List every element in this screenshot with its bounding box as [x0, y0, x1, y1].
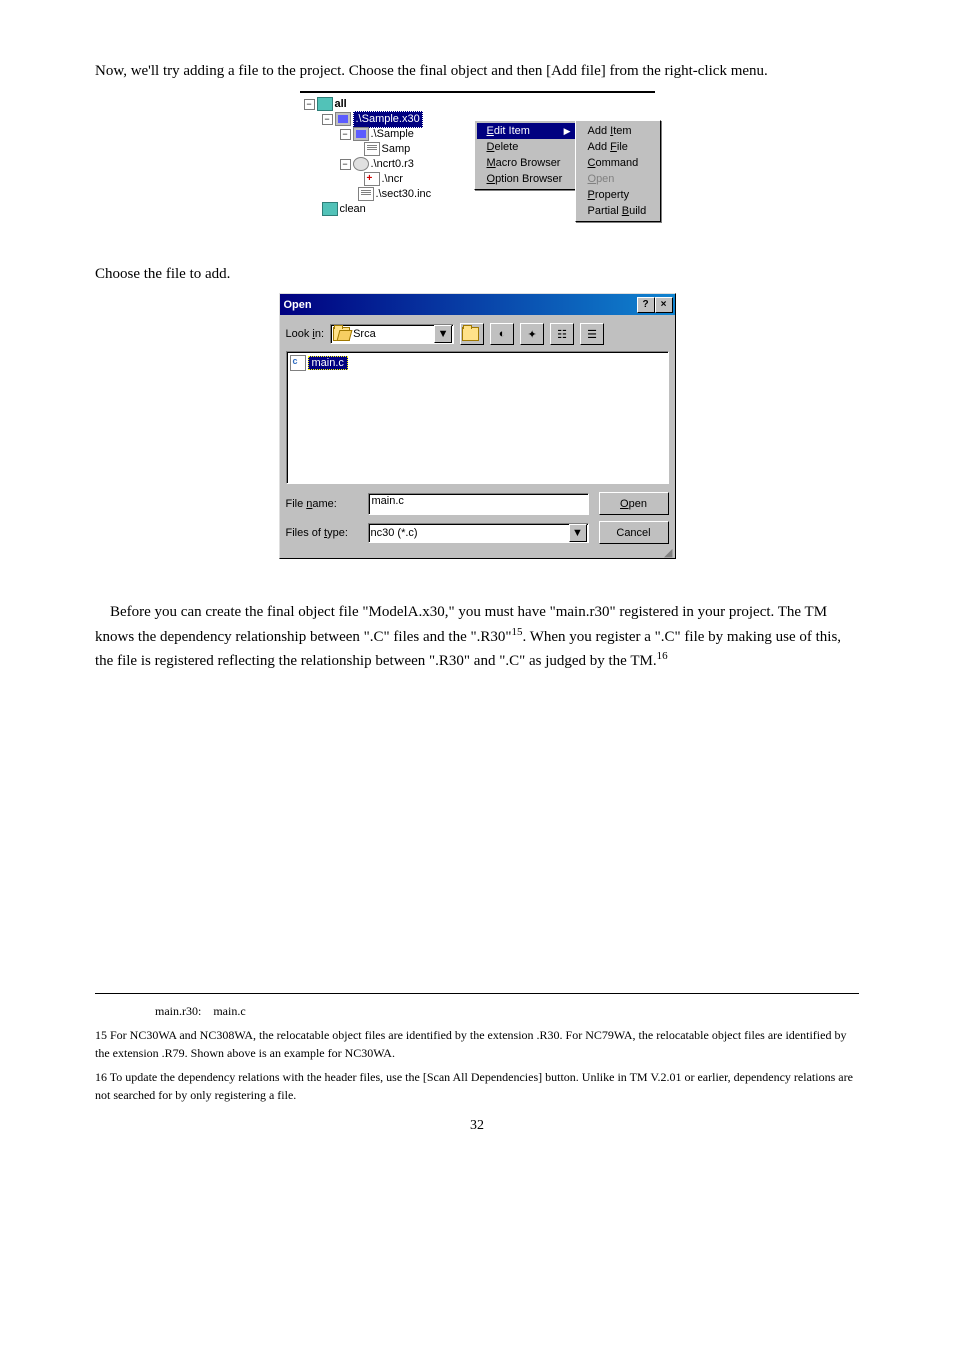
file-type-combo[interactable]: nc30 (*.c) ▼ — [368, 523, 589, 543]
tree-collapse-icon[interactable]: − — [304, 99, 315, 110]
tree-collapse-icon[interactable]: − — [322, 114, 333, 125]
dialog-titlebar: Open ? × — [280, 294, 675, 315]
figure-context-menu: −all −.\Sample.x30 −.\Sample Samp −.\ncr… — [95, 91, 859, 223]
desktop-button[interactable]: ◐ — [490, 323, 514, 345]
menu-edit-item[interactable]: Edit Item▶ — [477, 123, 575, 139]
file-item-label: main.c — [308, 356, 348, 370]
new-folder-button[interactable]: ✦ — [520, 323, 544, 345]
gear-icon — [353, 157, 369, 171]
c-file-icon — [290, 355, 306, 371]
look-in-value: Srca — [353, 328, 376, 340]
context-submenu: Add Item Add File Command Open Property … — [575, 120, 661, 222]
open-button[interactable]: Open — [599, 492, 669, 515]
details-view-button[interactable]: ☰ — [580, 323, 604, 345]
footnotes: main.r30: main.c 15 For NC30WA and NC308… — [95, 993, 859, 1104]
tree-collapse-icon[interactable]: − — [340, 129, 351, 140]
file-item-mainc[interactable]: main.c — [290, 355, 348, 371]
footnote-15: 15 For NC30WA and NC308WA, the relocatab… — [95, 1026, 859, 1062]
file-name-input[interactable]: main.c — [368, 493, 589, 515]
dropdown-icon[interactable]: ▼ — [434, 325, 452, 343]
chip-icon — [335, 112, 351, 126]
tree-item-clean[interactable]: clean — [340, 202, 366, 217]
menu-add-item[interactable]: Add Item — [578, 123, 658, 139]
menu-delete[interactable]: Delete — [477, 139, 575, 155]
stack-icon — [322, 202, 338, 216]
up-one-level-button[interactable] — [460, 323, 484, 345]
tree-item-sample[interactable]: .\Sample — [371, 127, 414, 142]
page-number: 32 — [95, 1118, 859, 1134]
footnote-ref-16: 16 — [657, 650, 668, 662]
resize-grip-icon[interactable]: ◢ — [280, 550, 675, 558]
menu-partial-build[interactable]: Partial Build — [578, 203, 658, 219]
folder-open-icon — [333, 327, 350, 341]
figure-open-dialog: Open ? × Look in: Srca ▼ ◐ ✦ ☷ ☰ — [95, 293, 859, 561]
menu-open-disabled: Open — [578, 171, 658, 187]
tree-item-sect30[interactable]: .\sect30.inc — [376, 187, 432, 202]
tree-item-ncr[interactable]: .\ncr — [382, 172, 403, 187]
submenu-arrow-icon: ▶ — [564, 126, 571, 137]
tree-item-ncrt0[interactable]: .\ncrt0.r3 — [371, 157, 414, 172]
open-dialog: Open ? × Look in: Srca ▼ ◐ ✦ ☷ ☰ — [279, 293, 676, 559]
file-icon — [364, 142, 380, 156]
dropdown-icon[interactable]: ▼ — [569, 524, 587, 542]
look-in-combo[interactable]: Srca ▼ — [330, 324, 454, 344]
tree-root-label: all — [335, 97, 347, 112]
paragraph-explain: Before you can create the final object f… — [95, 601, 859, 673]
paragraph-add-file: Now, we'll try adding a file to the proj… — [95, 60, 859, 83]
paragraph-choose-file: Choose the file to add. — [95, 263, 859, 286]
file-name-label: File name: — [286, 498, 358, 510]
list-view-button[interactable]: ☷ — [550, 323, 574, 345]
help-button[interactable]: ? — [637, 297, 655, 313]
menu-command[interactable]: Command — [578, 155, 658, 171]
file-icon — [358, 187, 374, 201]
stack-icon — [317, 97, 333, 111]
footnote-ref-15: 15 — [511, 626, 522, 638]
menu-property[interactable]: Property — [578, 187, 658, 203]
footnote-16: 16 To update the dependency relations wi… — [95, 1068, 859, 1104]
file-type-label: Files of type: — [286, 527, 358, 539]
menu-macro-browser[interactable]: Macro Browser — [477, 155, 575, 171]
dialog-title: Open — [284, 299, 312, 311]
context-menu: Edit Item▶ Delete Macro Browser Option B… — [474, 120, 578, 190]
tree-item-samp[interactable]: Samp — [382, 142, 411, 157]
box-plus-icon — [364, 172, 380, 186]
footnote-caption: main.r30: main.c — [95, 1002, 859, 1020]
cancel-button[interactable]: Cancel — [599, 521, 669, 544]
menu-option-browser[interactable]: Option Browser — [477, 171, 575, 187]
chip-icon — [353, 127, 369, 141]
tree-collapse-icon[interactable]: − — [340, 159, 351, 170]
close-button[interactable]: × — [655, 297, 673, 313]
look-in-label: Look in: — [286, 328, 325, 340]
file-type-value: nc30 (*.c) — [371, 527, 418, 539]
folder-up-icon — [462, 327, 479, 341]
footnote-rule — [95, 993, 859, 994]
tree-selected-item[interactable]: .\Sample.x30 — [353, 111, 423, 128]
file-list[interactable]: main.c — [286, 351, 669, 484]
menu-add-file[interactable]: Add File — [578, 139, 658, 155]
